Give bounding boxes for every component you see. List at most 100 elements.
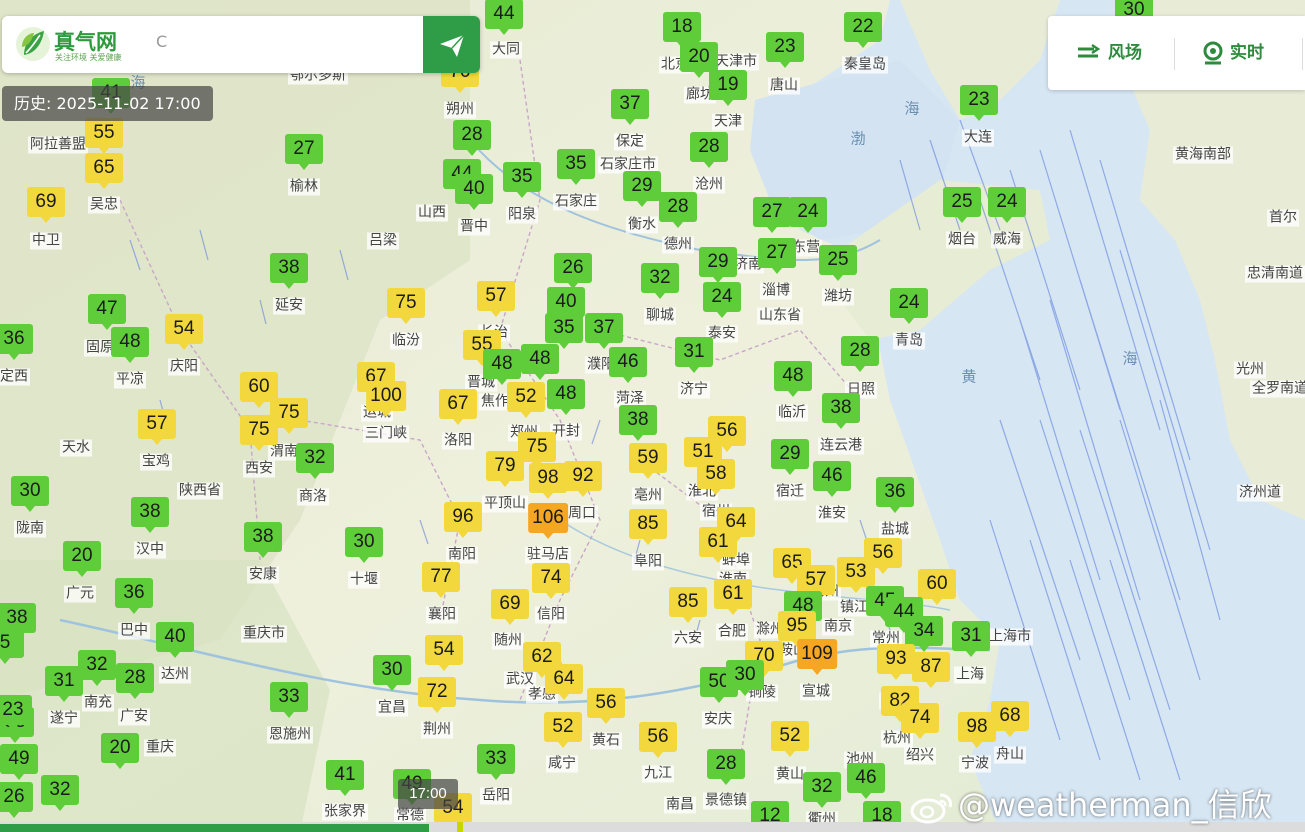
aqi-marker[interactable]: 77 bbox=[422, 562, 460, 598]
aqi-marker[interactable]: 52 bbox=[771, 721, 809, 757]
aqi-marker[interactable]: 35 bbox=[545, 313, 583, 349]
aqi-marker[interactable]: 29 bbox=[771, 439, 809, 475]
aqi-marker[interactable]: 57 bbox=[138, 409, 176, 445]
aqi-marker[interactable]: 98 bbox=[529, 463, 567, 499]
aqi-marker[interactable]: 46 bbox=[609, 347, 647, 383]
aqi-marker[interactable]: 32 bbox=[296, 443, 334, 479]
aqi-marker[interactable]: 54 bbox=[165, 314, 203, 350]
aqi-marker[interactable]: 33 bbox=[270, 682, 308, 718]
aqi-marker[interactable]: 24 bbox=[703, 282, 741, 318]
aqi-marker[interactable]: 85 bbox=[629, 509, 667, 545]
aqi-marker[interactable]: 24 bbox=[789, 197, 827, 233]
aqi-marker[interactable]: 49 bbox=[0, 744, 38, 780]
aqi-marker[interactable]: 35 bbox=[557, 149, 595, 185]
aqi-marker[interactable]: 93 bbox=[877, 644, 915, 680]
aqi-marker[interactable]: 23 bbox=[0, 695, 32, 731]
aqi-marker[interactable]: 24 bbox=[988, 187, 1026, 223]
aqi-marker[interactable]: 41 bbox=[326, 760, 364, 796]
timeline-handle[interactable] bbox=[457, 822, 463, 832]
aqi-marker[interactable]: 72 bbox=[418, 677, 456, 713]
aqi-marker[interactable]: 106 bbox=[528, 503, 568, 539]
aqi-marker[interactable]: 18 bbox=[663, 12, 701, 48]
aqi-marker[interactable]: 60 bbox=[918, 569, 956, 605]
aqi-marker[interactable]: 52 bbox=[507, 382, 545, 418]
aqi-marker[interactable]: 22 bbox=[844, 12, 882, 48]
aqi-marker[interactable]: 58 bbox=[697, 459, 735, 495]
aqi-marker[interactable]: 52 bbox=[544, 712, 582, 748]
aqi-marker[interactable]: 31 bbox=[675, 337, 713, 373]
aqi-marker[interactable]: 30 bbox=[11, 476, 49, 512]
aqi-marker[interactable]: 38 bbox=[270, 253, 308, 289]
aqi-marker[interactable]: 25 bbox=[943, 187, 981, 223]
aqi-marker[interactable]: 48 bbox=[483, 349, 521, 385]
aqi-marker[interactable]: 61 bbox=[699, 527, 737, 563]
aqi-marker[interactable]: 59 bbox=[629, 443, 667, 479]
aqi-marker[interactable]: 28 bbox=[659, 192, 697, 228]
aqi-marker[interactable]: 34 bbox=[905, 616, 943, 652]
aqi-marker[interactable]: 46 bbox=[813, 461, 851, 497]
aqi-marker[interactable]: 29 bbox=[699, 247, 737, 283]
aqi-marker[interactable]: 31 bbox=[952, 621, 990, 657]
aqi-marker[interactable]: 28 bbox=[707, 749, 745, 785]
aqi-marker[interactable]: 30 bbox=[373, 655, 411, 691]
aqi-marker[interactable]: 74 bbox=[901, 703, 939, 739]
aqi-marker[interactable]: 53 bbox=[837, 557, 875, 593]
aqi-marker[interactable]: 36 bbox=[115, 578, 153, 614]
aqi-marker[interactable]: 25 bbox=[819, 245, 857, 281]
aqi-marker[interactable]: 95 bbox=[778, 611, 816, 647]
map-canvas[interactable]: 海阿拉善盟 吴忠 中卫 鄂尔多斯 大同 北京 天津市 唐山 秦皇岛 大连 黄海南部 首尔 榆林 朔州 保定廊… bbox=[0, 0, 1305, 832]
site-logo[interactable]: 真气网 关注环境 关爱健康 bbox=[14, 25, 154, 65]
aqi-marker[interactable]: 40 bbox=[455, 174, 493, 210]
wind-field-button[interactable]: 风场 bbox=[1076, 16, 1142, 90]
aqi-marker[interactable]: 26 bbox=[554, 253, 592, 289]
aqi-marker[interactable]: 38 bbox=[822, 393, 860, 429]
aqi-marker[interactable]: 32 bbox=[803, 772, 841, 808]
aqi-marker[interactable]: 57 bbox=[477, 281, 515, 317]
aqi-marker[interactable]: 75 bbox=[240, 415, 278, 451]
aqi-marker[interactable]: 29 bbox=[623, 171, 661, 207]
aqi-marker[interactable]: 19 bbox=[709, 70, 747, 106]
aqi-marker[interactable]: 32 bbox=[78, 650, 116, 686]
aqi-marker[interactable]: 64 bbox=[545, 664, 583, 700]
aqi-marker[interactable]: 20 bbox=[680, 42, 718, 78]
aqi-marker[interactable]: 40 bbox=[156, 622, 194, 658]
aqi-marker[interactable]: 67 bbox=[439, 389, 477, 425]
aqi-marker[interactable]: 27 bbox=[758, 238, 796, 274]
aqi-marker[interactable]: 5 bbox=[0, 628, 24, 664]
aqi-marker[interactable]: 92 bbox=[564, 461, 602, 497]
search-input[interactable] bbox=[178, 30, 418, 60]
aqi-marker[interactable]: 44 bbox=[485, 0, 523, 35]
aqi-marker[interactable]: 33 bbox=[477, 744, 515, 780]
aqi-marker[interactable]: 69 bbox=[491, 589, 529, 625]
aqi-marker[interactable]: 28 bbox=[841, 336, 879, 372]
aqi-marker[interactable]: 75 bbox=[387, 288, 425, 324]
aqi-marker[interactable]: 48 bbox=[547, 379, 585, 415]
aqi-marker[interactable]: 85 bbox=[669, 587, 707, 623]
aqi-marker[interactable]: 23 bbox=[960, 85, 998, 121]
aqi-marker[interactable]: 35 bbox=[503, 162, 541, 198]
aqi-marker[interactable]: 20 bbox=[101, 733, 139, 769]
aqi-marker[interactable]: 38 bbox=[619, 405, 657, 441]
aqi-marker[interactable]: 20 bbox=[63, 541, 101, 577]
aqi-marker[interactable]: 61 bbox=[714, 579, 752, 615]
aqi-marker[interactable]: 74 bbox=[532, 563, 570, 599]
aqi-marker[interactable]: 36 bbox=[876, 477, 914, 513]
aqi-marker[interactable]: 30 bbox=[345, 527, 383, 563]
aqi-marker[interactable]: 46 bbox=[847, 763, 885, 799]
aqi-marker[interactable]: 28 bbox=[453, 120, 491, 156]
aqi-marker[interactable]: 32 bbox=[641, 263, 679, 299]
aqi-marker[interactable]: 30 bbox=[726, 660, 764, 696]
aqi-marker[interactable]: 28 bbox=[690, 132, 728, 168]
aqi-marker[interactable]: 47 bbox=[88, 294, 126, 330]
aqi-marker[interactable]: 23 bbox=[766, 32, 804, 68]
aqi-marker[interactable]: 54 bbox=[425, 635, 463, 671]
refresh-icon[interactable]: C bbox=[156, 32, 167, 51]
aqi-marker[interactable]: 48 bbox=[521, 344, 559, 380]
aqi-marker[interactable]: 48 bbox=[111, 327, 149, 363]
realtime-button[interactable]: 实时 bbox=[1202, 16, 1264, 90]
aqi-marker[interactable]: 55 bbox=[85, 118, 123, 154]
aqi-marker[interactable]: 68 bbox=[991, 701, 1029, 737]
aqi-marker[interactable]: 79 bbox=[486, 451, 524, 487]
aqi-marker[interactable]: 38 bbox=[244, 522, 282, 558]
aqi-marker[interactable]: 32 bbox=[41, 775, 79, 811]
